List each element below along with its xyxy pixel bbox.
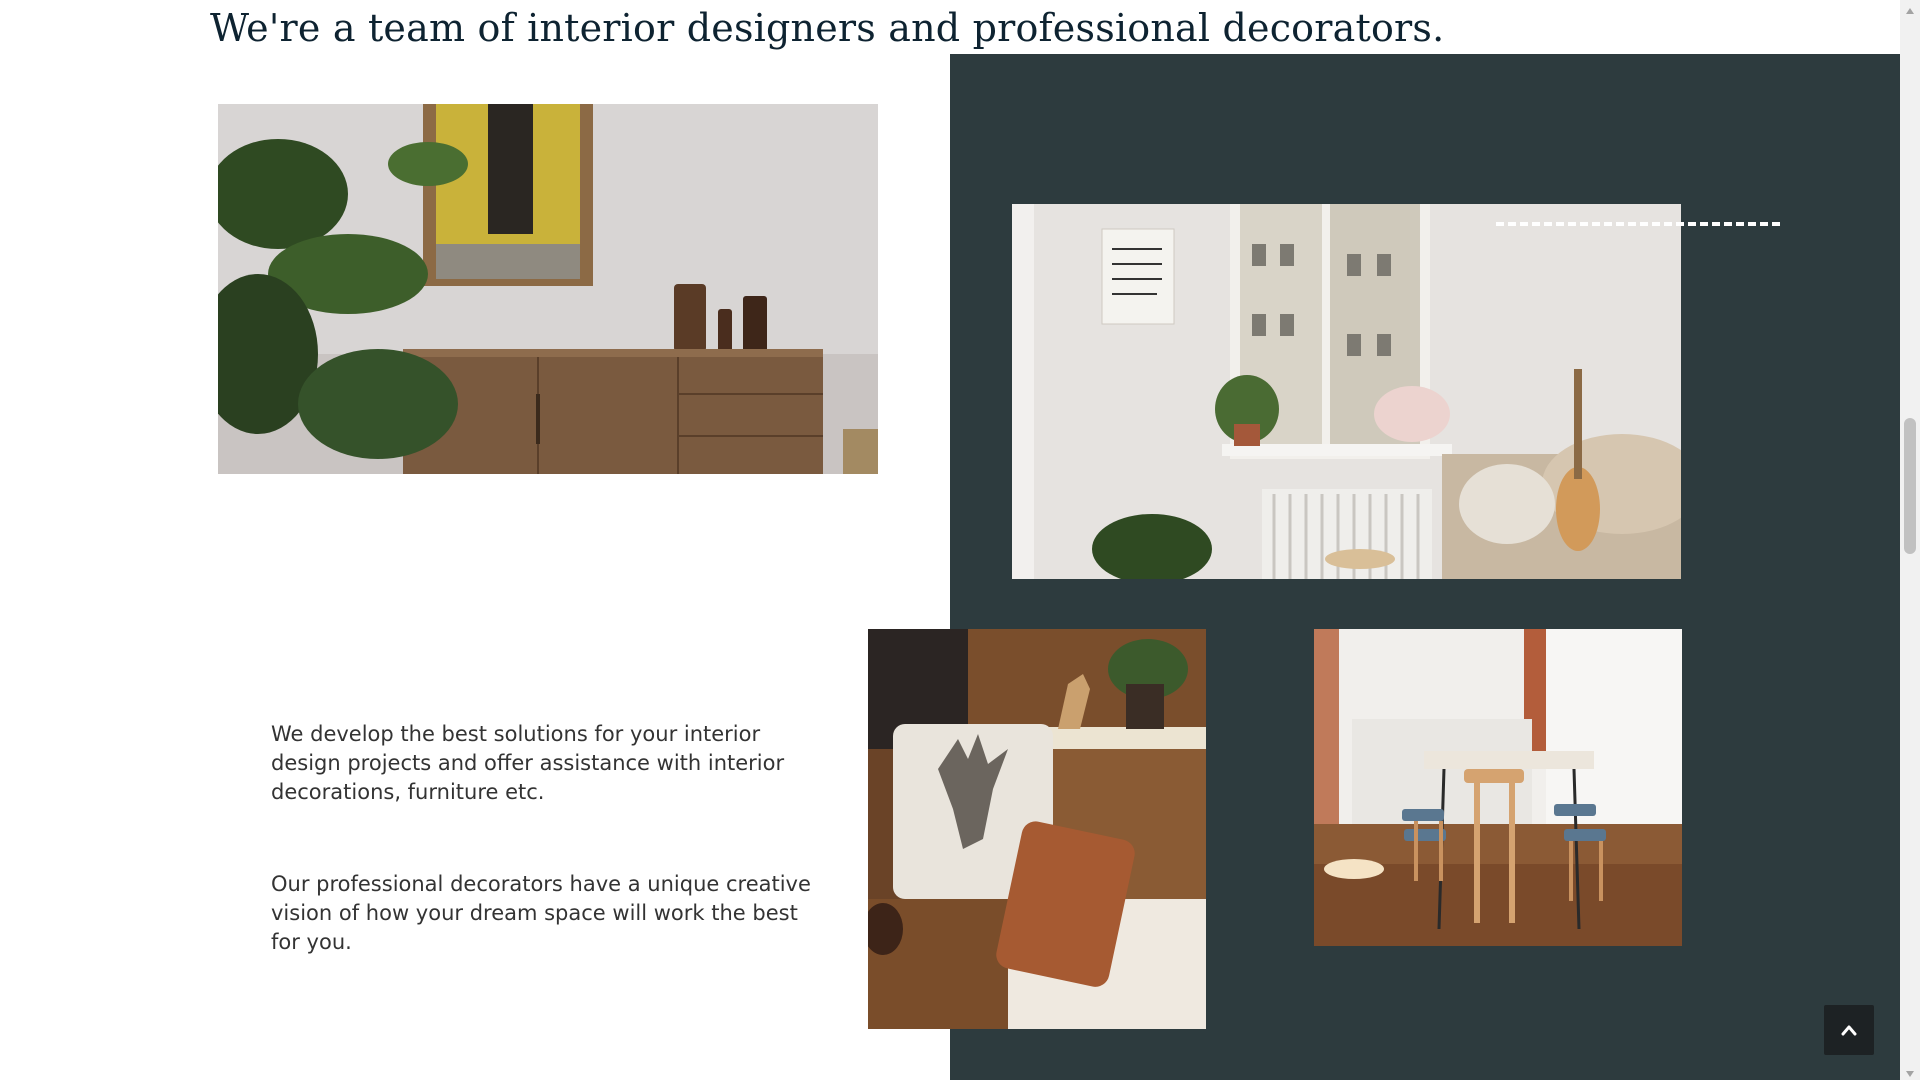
scroll-to-top-button[interactable]	[1824, 1005, 1874, 1055]
scrollbar-thumb[interactable]	[1904, 418, 1916, 554]
chevron-up-icon	[1841, 1021, 1857, 1040]
living-room-photo	[1012, 204, 1681, 579]
cushions-photo	[868, 629, 1206, 1029]
scrollbar-down-button[interactable]	[1900, 1063, 1920, 1080]
dining-photo	[1314, 629, 1682, 946]
triangle-up-icon	[1906, 0, 1914, 18]
intro-paragraph: We develop the best solutions for your i…	[271, 722, 785, 804]
page-scrollbar[interactable]	[1900, 0, 1920, 1080]
vision-paragraph: Our professional decorators have a uniqu…	[271, 872, 811, 954]
decorative-dashed-line	[1496, 222, 1780, 226]
page: We're a team of interior designers and p…	[0, 0, 1920, 1080]
sideboard-photo	[218, 104, 878, 474]
triangle-down-icon	[1906, 1062, 1914, 1080]
scrollbar-up-button[interactable]	[1900, 0, 1920, 17]
section-heading: We're a team of interior designers and p…	[210, 6, 1445, 50]
